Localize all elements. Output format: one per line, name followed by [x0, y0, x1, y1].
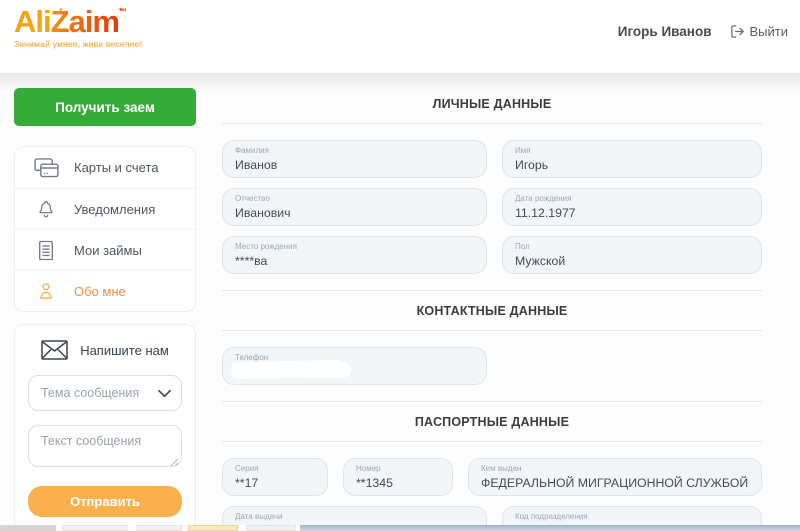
logout-button[interactable]: Выйти: [730, 24, 789, 39]
personal-fields: Фамилия Иванов Имя Игорь Отчество Иванов…: [222, 140, 762, 274]
sidebar-item-about-me[interactable]: Обо мне: [15, 270, 195, 311]
field-label: Имя: [515, 146, 531, 155]
send-button[interactable]: Отправить: [28, 486, 182, 517]
field-middlename[interactable]: Отчество Иванович: [222, 188, 487, 226]
topic-placeholder: Тема сообщения: [41, 386, 140, 400]
user-name: Игорь Иванов: [617, 24, 712, 39]
person-icon: [33, 280, 59, 302]
field-label: Отчество: [235, 194, 270, 203]
field-label: Код подразделения: [515, 512, 588, 521]
passport-fields-row1: Серия **17 Номер **1345 Кем выдан ФЕДЕРА…: [222, 458, 762, 496]
section-title-passport: ПАСПОРТНЫЕ ДАННЫЕ: [414, 415, 570, 429]
section-title-personal: ЛИЧНЫЕ ДАННЫЕ: [432, 97, 552, 111]
bottom-segment: [62, 525, 128, 531]
sidebar-item-notifications[interactable]: Уведомления: [15, 188, 195, 229]
bottom-segment: [188, 525, 238, 531]
divider: [222, 401, 762, 402]
content-area: Получить заем Карты и счета Уведомления …: [0, 73, 800, 531]
sidebar-item-label: Карты и счета: [74, 160, 159, 175]
field-gender[interactable]: Пол Мужской: [502, 236, 762, 274]
field-passport-number[interactable]: Номер **1345: [343, 458, 453, 496]
field-value: Мужской: [515, 254, 566, 268]
field-label: Номер: [356, 464, 381, 473]
bottom-segment: [246, 525, 296, 531]
divider: [222, 330, 762, 331]
field-birthplace[interactable]: Место рождения ****ва: [222, 236, 487, 274]
logout-icon: [730, 24, 745, 39]
cards-icon: [33, 157, 59, 178]
bottom-bar: [300, 525, 800, 531]
field-passport-series[interactable]: Серия **17: [222, 458, 328, 496]
bell-icon: [33, 198, 59, 220]
field-label: Место рождения: [235, 242, 297, 251]
get-loan-button[interactable]: Получить заем: [14, 88, 196, 126]
sidebar-item-label: Уведомления: [74, 201, 156, 217]
sidebar-item-cards[interactable]: Карты и счета: [15, 147, 195, 188]
bottom-segment: [136, 525, 182, 531]
field-lastname[interactable]: Фамилия Иванов: [222, 140, 487, 178]
section-title-contacts: КОНТАКТНЫЕ ДАННЫЕ: [416, 304, 568, 318]
message-text-input[interactable]: [28, 425, 182, 467]
sidebar: Получить заем Карты и счета Уведомления …: [14, 88, 196, 531]
sparkle-icon: ✦: [118, 7, 124, 14]
sidebar-item-my-loans[interactable]: Мои займы: [15, 229, 195, 270]
field-firstname[interactable]: Имя Игорь: [502, 140, 762, 178]
field-birthdate[interactable]: Дата рождения 11.12.1977: [502, 188, 762, 226]
field-value: 11.12.1977: [515, 206, 576, 220]
bottom-segment: [0, 525, 56, 531]
header: AliZaim™ ✦ ✦ Занимай умнее, живи веселее…: [0, 0, 800, 73]
field-label: Дата выдачи: [235, 512, 283, 521]
message-text-wrapper: [28, 425, 182, 472]
field-passport-issued-by[interactable]: Кем выдан ФЕДЕРАЛЬНОЙ МИГРАЦИОННОЙ СЛУЖБ…: [468, 458, 762, 496]
sparkle-icon: ✦: [58, 7, 64, 14]
divider: [222, 290, 762, 291]
main-panel: ЛИЧНЫЕ ДАННЫЕ Фамилия Иванов Имя Игорь О…: [222, 73, 762, 531]
sidebar-item-label: Мои займы: [74, 242, 142, 258]
divider: [222, 123, 762, 124]
field-label: Серия: [235, 464, 259, 473]
divider: [222, 441, 762, 442]
field-value: ****ва: [235, 254, 268, 268]
field-label: Дата рождения: [515, 194, 572, 203]
field-label: Фамилия: [235, 146, 269, 155]
field-label: Кем выдан: [481, 464, 522, 473]
field-value: Игорь: [515, 158, 549, 172]
field-value: **1345: [356, 476, 393, 490]
chevron-down-icon: [158, 389, 171, 398]
sidebar-menu: Карты и счета Уведомления Мои займы Обо …: [14, 146, 196, 312]
field-value: ФЕДЕРАЛЬНОЙ МИГРАЦИОННОЙ СЛУЖБОЙ: [481, 476, 749, 490]
field-label: Пол: [515, 242, 530, 251]
logo[interactable]: AliZaim™ ✦ ✦ Занимай умнее, живи веселее…: [14, 6, 142, 49]
redacted-phone-value: [230, 359, 347, 380]
contact-card-header: Напишите нам: [28, 340, 182, 360]
sidebar-item-label: Обо мне: [74, 283, 126, 299]
field-value: Иванов: [235, 158, 278, 172]
contact-card: Напишите нам Тема сообщения Текст сообще…: [14, 324, 196, 531]
contact-card-title: Напишите нам: [80, 342, 169, 358]
logo-tagline: Занимай умнее, живи веселее!: [14, 39, 143, 49]
message-topic-select[interactable]: Тема сообщения: [28, 375, 182, 411]
envelope-icon: [41, 340, 68, 360]
field-value: **17: [235, 476, 259, 490]
header-right: Игорь Иванов Выйти: [618, 24, 788, 39]
bottom-edge-artifact: [0, 525, 800, 531]
document-icon: [33, 240, 59, 261]
logout-label: Выйти: [749, 24, 789, 39]
field-phone[interactable]: Телефон: [222, 347, 487, 385]
field-value: Иванович: [235, 206, 291, 220]
